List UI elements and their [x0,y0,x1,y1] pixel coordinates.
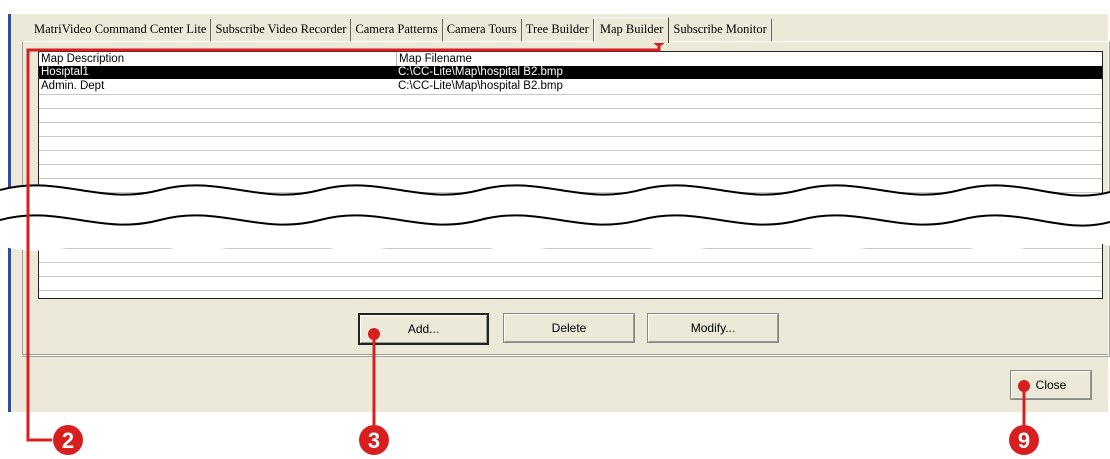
callout-number-tab: 2 [62,428,74,453]
callout-number-close: 9 [1018,428,1030,453]
callout-dot-close [1018,380,1030,392]
callout-number-add: 3 [368,428,380,453]
callout-dot-add [368,328,380,340]
tab-map-builder[interactable]: Map Builder [593,17,670,43]
annotation-overlay: 2 3 9 [0,34,1110,455]
